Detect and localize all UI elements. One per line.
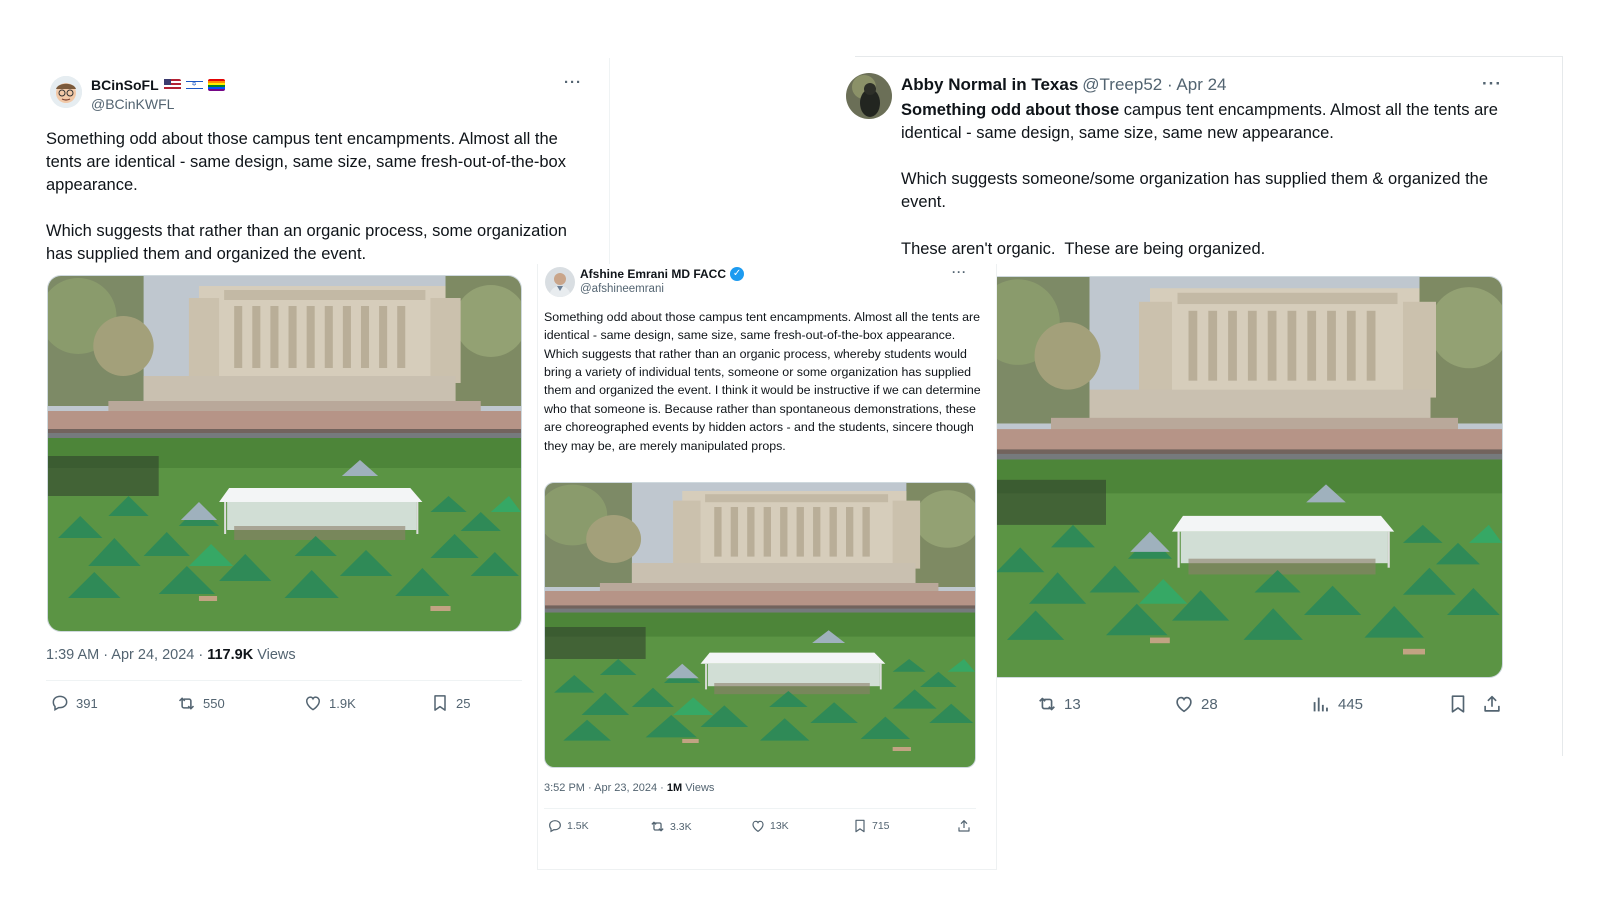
views-label: Views [682, 782, 715, 794]
bookmark-button[interactable]: 715 [852, 818, 890, 834]
bookmark-icon [430, 693, 450, 713]
like-button[interactable]: 13K [750, 818, 789, 834]
handle[interactable]: @BCinKWFL [91, 96, 174, 112]
repost-button[interactable]: 3.3K [649, 818, 692, 835]
repost-icon [176, 693, 197, 714]
like-icon [750, 818, 766, 834]
more-options-icon[interactable]: ··· [1482, 74, 1502, 94]
us-flag-icon [163, 79, 181, 91]
views-count: 1M [666, 782, 683, 794]
tweet-photo[interactable] [544, 482, 976, 768]
campus-encampment-image [985, 277, 1502, 677]
bookmark-button[interactable] [1447, 693, 1469, 715]
more-options-icon[interactable]: ··· [952, 265, 967, 279]
repost-icon [1036, 693, 1058, 715]
bookmark-count: 25 [456, 695, 471, 711]
display-name[interactable]: Abby Normal in Texas [901, 75, 1078, 95]
tweet-card-left: BCinSoFL ✡ @BCinKWFL ··· Something odd a… [40, 58, 610, 738]
author-row: Abby Normal in Texas @Treep52 · Apr 24 [901, 75, 1227, 95]
views-count: 445 [1338, 695, 1364, 713]
bookmark-count: 715 [872, 820, 890, 832]
handle-and-date[interactable]: @Treep52 · Apr 24 [1082, 75, 1226, 95]
campus-encampment-image [545, 483, 975, 767]
tweet-text: Something odd about those campus tent en… [46, 130, 567, 263]
timestamp-text: 3:52 PM · Apr 23, 2024 · [544, 782, 667, 794]
repost-button[interactable]: 13 [1036, 693, 1081, 715]
repost-count: 13 [1064, 695, 1081, 713]
author-row: BCinSoFL ✡ [91, 77, 225, 93]
reply-icon [50, 693, 70, 713]
reply-icon [547, 818, 563, 834]
tweet-photo[interactable] [47, 275, 522, 632]
profile-photo-icon [846, 73, 892, 119]
profile-photo-icon [545, 267, 575, 297]
tweet-text-bold: Something odd about those [901, 101, 1120, 119]
like-count: 28 [1201, 695, 1218, 713]
timestamp-text: 1:39 AM · Apr 24, 2024 · [46, 647, 208, 663]
handle[interactable]: @afshineemrani [580, 283, 664, 295]
tweet-text: Something odd about those campus tent en… [544, 310, 985, 453]
divider [544, 808, 976, 809]
share-icon [1481, 693, 1503, 715]
repost-icon [649, 818, 666, 835]
avatar[interactable] [50, 76, 82, 108]
divider [46, 680, 522, 681]
like-icon [1173, 693, 1195, 715]
israel-flag-icon: ✡ [185, 79, 203, 91]
display-name[interactable]: Afshine Emrani MD FACC [580, 267, 726, 281]
avatar[interactable] [846, 73, 892, 119]
tweet-photo[interactable] [984, 276, 1503, 678]
avatar[interactable] [545, 267, 575, 297]
bookmark-icon [1447, 693, 1469, 715]
reply-button[interactable]: 1.5K [547, 818, 589, 834]
bookmark-icon [852, 818, 868, 834]
like-button[interactable]: 1.9K [303, 693, 356, 713]
views-icon [1310, 693, 1332, 715]
tweet-timestamp[interactable]: 1:39 AM · Apr 24, 2024 · 117.9K Views [46, 647, 296, 663]
verified-badge-icon: ✓ [730, 267, 745, 281]
share-button[interactable] [1481, 693, 1503, 715]
reply-count: 391 [76, 695, 98, 711]
reply-count: 1.5K [567, 820, 589, 832]
author-row: Afshine Emrani MD FACC ✓ [580, 267, 745, 281]
share-button[interactable] [956, 818, 972, 834]
repost-count: 3.3K [670, 820, 692, 833]
rainbow-flag-icon [207, 79, 225, 91]
tweet-text-rest: campus tent encampments. Almost all the … [901, 101, 1498, 258]
more-options-icon[interactable]: ··· [564, 74, 582, 91]
bookmark-button[interactable]: 25 [430, 693, 470, 713]
views-count: 117.9K [207, 647, 254, 663]
campus-encampment-image [48, 276, 521, 631]
repost-count: 550 [203, 696, 225, 711]
like-count: 1.9K [329, 695, 356, 711]
tweet-text: Something odd about those campus tent en… [901, 99, 1501, 261]
share-icon [956, 818, 972, 834]
like-button[interactable]: 28 [1173, 693, 1218, 715]
views-button[interactable]: 445 [1310, 693, 1363, 715]
tweet-card-middle: Afshine Emrani MD FACC ✓ @afshineemrani … [537, 264, 997, 870]
tweet-timestamp[interactable]: 3:52 PM · Apr 23, 2024 · 1M Views [544, 782, 714, 794]
reply-button[interactable]: 391 [50, 693, 98, 713]
cartoon-face-icon [50, 76, 82, 108]
like-count: 13K [770, 820, 789, 832]
like-icon [303, 693, 323, 713]
repost-button[interactable]: 550 [176, 693, 225, 714]
views-label: Views [253, 647, 296, 663]
display-name[interactable]: BCinSoFL [91, 77, 159, 93]
